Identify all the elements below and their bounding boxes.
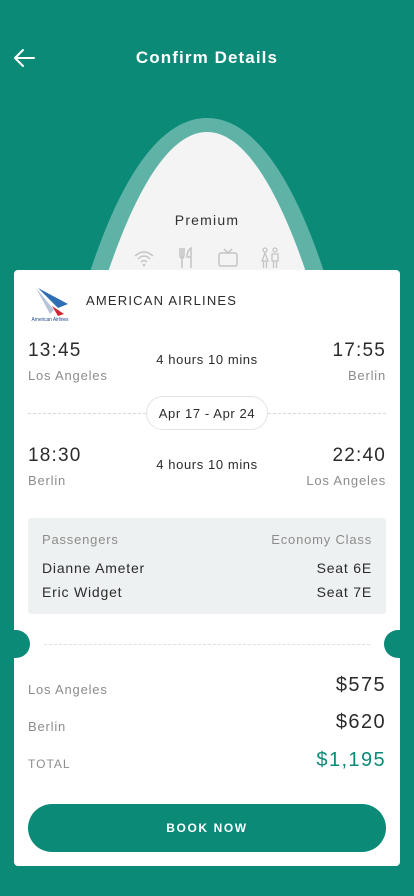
price-row: Los Angeles $575 bbox=[28, 674, 386, 702]
passenger-seat: Seat 6E bbox=[316, 560, 372, 576]
cabin-illustration: Premium bbox=[80, 118, 334, 278]
page-title: Confirm Details bbox=[135, 48, 279, 67]
arrival-time: 17:55 bbox=[332, 340, 386, 361]
return-leg: 18:30 Berlin 4 hours 10 mins 22:40 Los A… bbox=[28, 445, 386, 493]
departure-city: Berlin bbox=[28, 473, 67, 488]
passengers-box: Passengers Economy Class Dianne Ameter S… bbox=[28, 518, 386, 614]
date-range-badge: Apr 17 - Apr 24 bbox=[146, 396, 268, 430]
ticket-notch-left bbox=[0, 630, 30, 658]
total-value: $1,195 bbox=[316, 749, 386, 771]
tv-icon bbox=[216, 246, 240, 270]
ticket-tear-line bbox=[44, 644, 370, 645]
ticket-notch-right bbox=[384, 630, 414, 658]
airline-logo: American Airlines bbox=[28, 284, 72, 328]
cabin-class-label: Premium bbox=[174, 212, 240, 228]
arrival-time: 22:40 bbox=[332, 445, 386, 466]
passenger-seat: Seat 7E bbox=[316, 584, 372, 600]
airline-row: American Airlines AMERICAN AIRLINES bbox=[28, 284, 237, 328]
book-now-button[interactable]: BOOK NOW bbox=[28, 804, 386, 852]
price-value: $575 bbox=[335, 674, 386, 696]
header: Confirm Details bbox=[0, 0, 414, 116]
arrival-city: Berlin bbox=[347, 368, 386, 383]
total-row: TOTAL $1,195 bbox=[28, 749, 386, 777]
price-label: Berlin bbox=[28, 719, 67, 734]
passenger-row: Eric Widget Seat 7E bbox=[42, 584, 372, 600]
price-value: $620 bbox=[335, 711, 386, 733]
airline-name: AMERICAN AIRLINES bbox=[86, 292, 238, 308]
amenities-row bbox=[80, 246, 334, 270]
cutlery-icon bbox=[174, 246, 198, 270]
class-label: Economy Class bbox=[271, 532, 372, 547]
passengers-header: Passengers Economy Class bbox=[42, 532, 372, 547]
passenger-name: Eric Widget bbox=[42, 584, 123, 600]
passengers-label: Passengers bbox=[42, 532, 119, 547]
wifi-icon bbox=[132, 246, 156, 270]
total-label: TOTAL bbox=[28, 757, 71, 771]
passenger-name: Dianne Ameter bbox=[42, 560, 146, 576]
arrival-city: Los Angeles bbox=[306, 473, 386, 488]
price-label: Los Angeles bbox=[28, 682, 108, 697]
booking-card: American Airlines AMERICAN AIRLINES 13:4… bbox=[0, 270, 414, 866]
date-range-row: Apr 17 - Apr 24 bbox=[28, 396, 386, 430]
outbound-leg: 13:45 Los Angeles 4 hours 10 mins 17:55 … bbox=[28, 340, 386, 388]
price-row: Berlin $620 bbox=[28, 711, 386, 739]
passenger-row: Dianne Ameter Seat 6E bbox=[42, 560, 372, 576]
restroom-icon bbox=[258, 246, 282, 270]
departure-city: Los Angeles bbox=[28, 368, 108, 383]
